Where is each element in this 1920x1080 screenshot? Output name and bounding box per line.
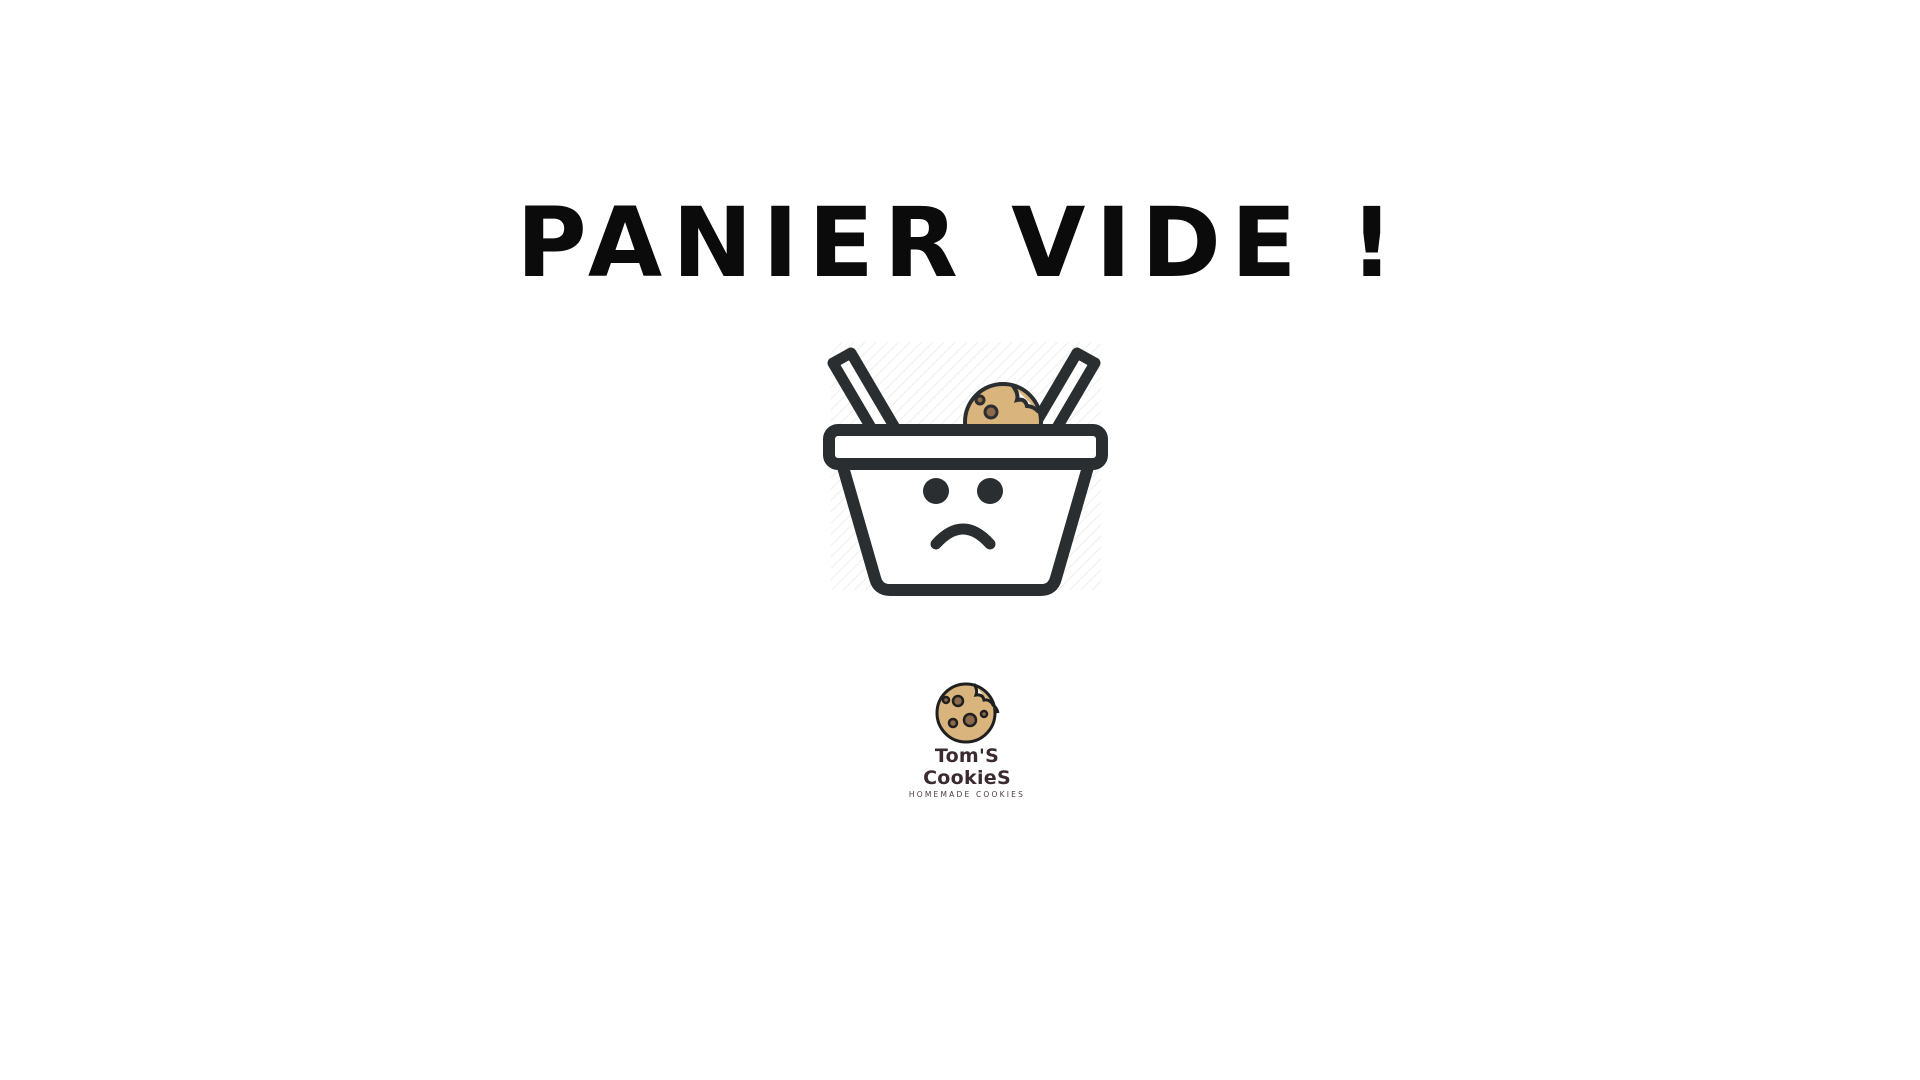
brand-name: Tom'S CookieS xyxy=(923,745,1011,789)
sad-basket-icon xyxy=(823,338,1108,598)
cookie-logo-icon xyxy=(935,682,1000,744)
brand-logo[interactable]: Tom'S CookieS HOMEMADE COOKIES xyxy=(895,678,1039,799)
brand-tagline: HOMEMADE COOKIES xyxy=(908,790,1026,799)
page-title: PANIER VIDE ! xyxy=(516,187,1404,299)
empty-cart-page: PANIER VIDE ! Tom'S CookieS HOMEMADE COO… xyxy=(0,0,1920,1080)
